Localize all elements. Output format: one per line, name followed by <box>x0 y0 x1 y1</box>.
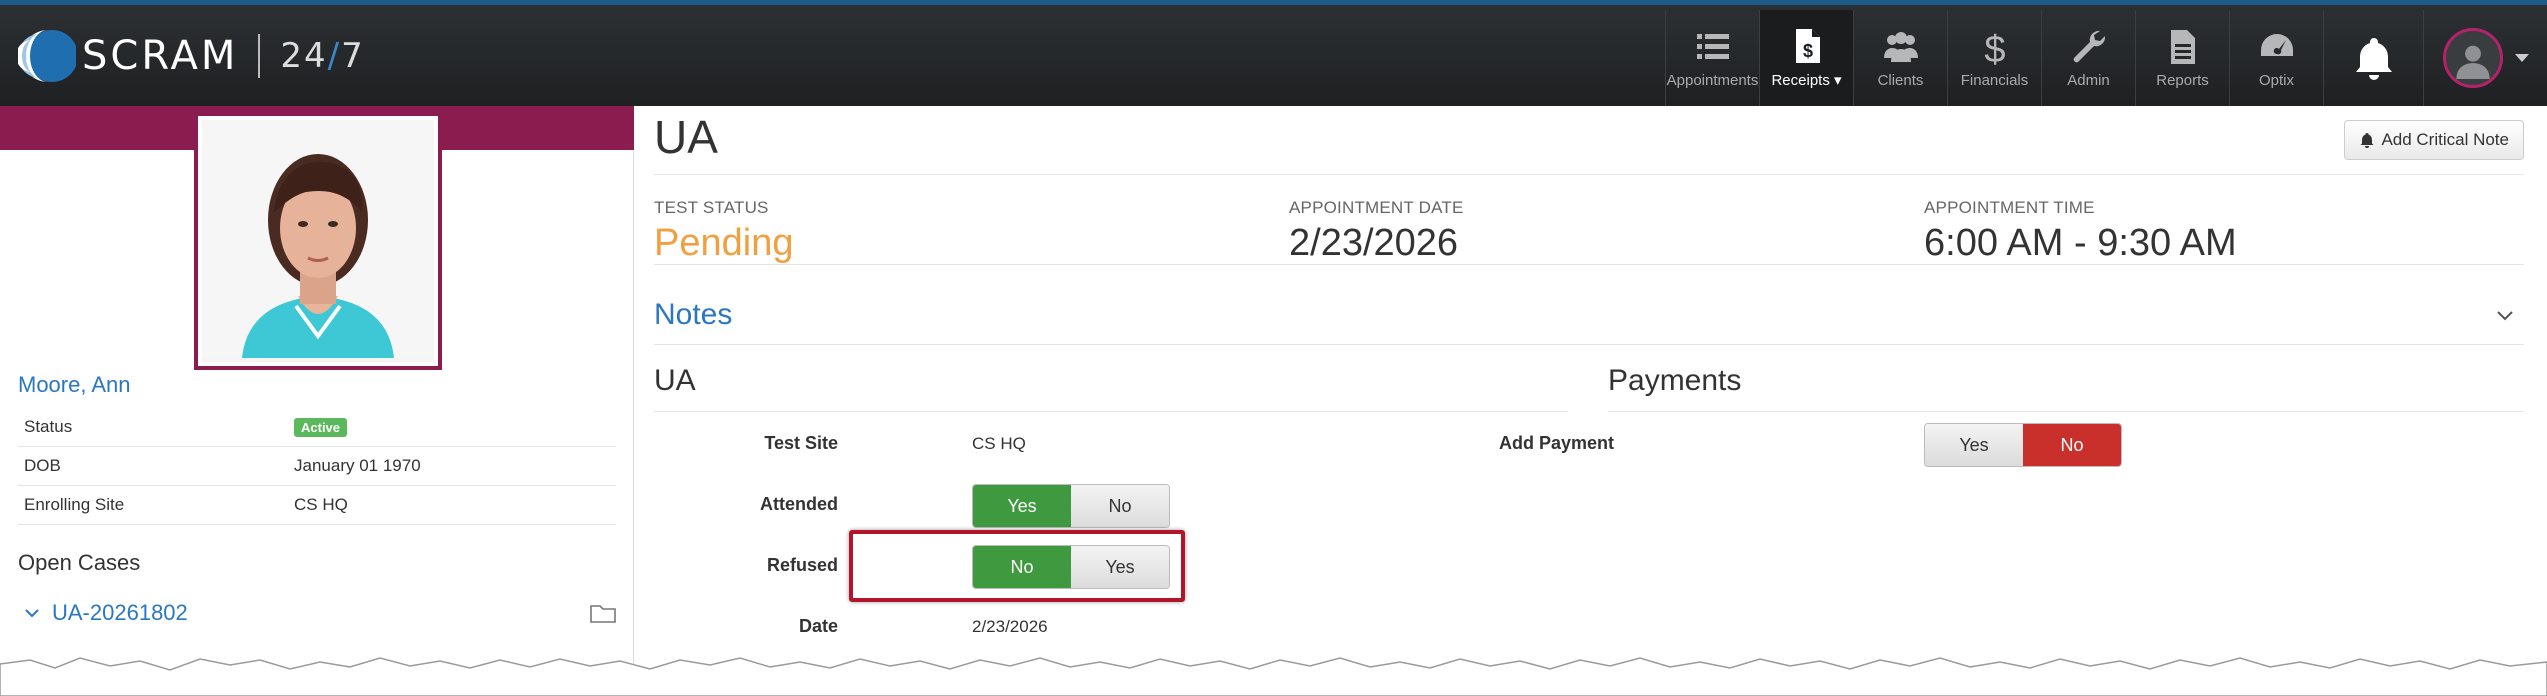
test-site-value: CS HQ <box>972 434 1026 453</box>
divider <box>1608 411 2524 412</box>
brand-name: SCRAM <box>82 33 239 79</box>
appointment-time-block: APPOINTMENT TIME 6:00 AM - 9:30 AM <box>1924 198 2237 265</box>
table-row: DOB January 01 1970 <box>18 446 616 486</box>
ua-section-title: UA <box>654 364 696 397</box>
attended-label: Attended <box>760 494 838 514</box>
nav-appointments-label: Appointments <box>1666 71 1759 89</box>
chevron-down-icon <box>2514 54 2529 62</box>
appointment-date-value: 2/23/2026 <box>1289 222 1459 264</box>
attended-toggle: Yes No <box>972 484 1170 528</box>
nav-clients[interactable]: Clients <box>1853 10 1947 106</box>
divider <box>654 264 2524 265</box>
svg-text:$: $ <box>1802 41 1812 61</box>
brand-logo-area[interactable]: SCRAM 24/7 <box>18 21 365 91</box>
date-value: 2/23/2026 <box>972 617 1048 636</box>
nav-reports[interactable]: Reports <box>2135 10 2229 106</box>
user-silhouette-icon <box>2455 45 2490 79</box>
test-status-value: Pending <box>654 222 794 264</box>
client-photo-image <box>202 120 434 362</box>
avatar <box>2442 28 2503 88</box>
dollar-icon: $ <box>1984 29 2005 66</box>
receipt-icon: $ <box>1795 29 1820 63</box>
client-sidebar: Moore, Ann Status Active DOB January 01 … <box>0 106 634 696</box>
gauge-icon <box>2260 33 2293 56</box>
nav-admin-label: Admin <box>2067 71 2110 89</box>
page-title: UA <box>654 111 718 163</box>
top-navbar: SCRAM 24/7 Appointments $ Receipts ▾ Cli… <box>0 0 2547 106</box>
notifications-button[interactable] <box>2323 10 2423 106</box>
status-label: Status <box>18 408 288 447</box>
nav-optix[interactable]: Optix <box>2229 10 2323 106</box>
nav-admin[interactable]: Admin <box>2041 10 2135 106</box>
bell-icon <box>2355 38 2392 80</box>
nav-reports-label: Reports <box>2156 71 2209 89</box>
user-menu[interactable] <box>2423 10 2547 106</box>
add-payment-toggle: Yes No <box>1924 423 2122 467</box>
test-site-label: Test Site <box>764 433 838 453</box>
enrolling-site-label: Enrolling Site <box>18 485 288 525</box>
appointment-date-label: APPOINTMENT DATE <box>1289 198 1464 217</box>
scram-logo-icon <box>18 30 76 82</box>
nav-receipts[interactable]: $ Receipts ▾ <box>1759 10 1853 106</box>
refused-label: Refused <box>766 555 838 575</box>
refused-highlight-box <box>849 530 1185 602</box>
appointment-time-label: APPOINTMENT TIME <box>1924 198 2095 217</box>
add-payment-no-button[interactable]: No <box>2023 424 2121 466</box>
client-info-table: Status Active DOB January 01 1970 Enroll… <box>18 408 616 525</box>
main-menu: Appointments $ Receipts ▾ Clients $ Fina… <box>1665 10 2547 106</box>
case-list-item: UA-20261802 <box>24 600 616 626</box>
add-payment-yes-button[interactable]: Yes <box>1925 424 2023 466</box>
appointment-time-value: 6:00 AM - 9:30 AM <box>1924 222 2237 264</box>
main-content: UA Add Critical Note TEST STATUS Pending… <box>654 106 2524 696</box>
nav-receipts-label: Receipts ▾ <box>1771 72 1842 89</box>
add-payment-label: Add Payment <box>1498 433 1614 453</box>
dob-label: DOB <box>18 446 288 486</box>
divider <box>654 174 2524 175</box>
status-badge: Active <box>294 418 348 437</box>
bell-icon <box>2360 133 2374 148</box>
notes-toggle[interactable]: Notes <box>654 298 732 332</box>
divider <box>654 411 1568 412</box>
nav-appointments[interactable]: Appointments <box>1665 10 1759 106</box>
attended-no-button[interactable]: No <box>1071 485 1169 527</box>
attended-yes-button[interactable]: Yes <box>973 485 1071 527</box>
nav-financials-label: Financials <box>1960 71 2029 89</box>
users-icon <box>1883 31 1918 62</box>
date-label: Date <box>798 616 838 636</box>
list-icon <box>1696 33 1729 59</box>
brand-24-7: 24/7 <box>280 36 365 76</box>
nav-clients-label: Clients <box>1877 71 1924 89</box>
chevron-down-icon[interactable] <box>2494 304 2516 326</box>
client-portrait-icon <box>202 120 434 358</box>
client-photo[interactable] <box>194 116 442 370</box>
svg-text:$: $ <box>1984 29 2005 66</box>
test-status-block: TEST STATUS Pending <box>654 198 793 265</box>
wrench-icon <box>2073 30 2105 62</box>
document-icon <box>2170 29 2195 64</box>
appointment-date-block: APPOINTMENT DATE 2/23/2026 <box>1289 198 1463 265</box>
add-critical-note-label: Add Critical Note <box>2381 130 2509 149</box>
table-row: Status Active <box>18 408 616 447</box>
open-cases-heading: Open Cases <box>18 550 141 575</box>
nav-financials[interactable]: $ Financials <box>1947 10 2041 106</box>
add-critical-note-button[interactable]: Add Critical Note <box>2344 120 2524 160</box>
brand-separator <box>258 34 261 78</box>
client-name-link[interactable]: Moore, Ann <box>18 372 131 398</box>
test-status-label: TEST STATUS <box>654 198 769 217</box>
nav-optix-label: Optix <box>2258 71 2294 89</box>
payments-section-title: Payments <box>1608 364 1742 397</box>
divider <box>654 344 2524 345</box>
case-link[interactable]: UA-20261802 <box>52 600 590 626</box>
chevron-down-icon[interactable] <box>24 605 40 621</box>
table-row: Enrolling Site CS HQ <box>18 485 616 525</box>
